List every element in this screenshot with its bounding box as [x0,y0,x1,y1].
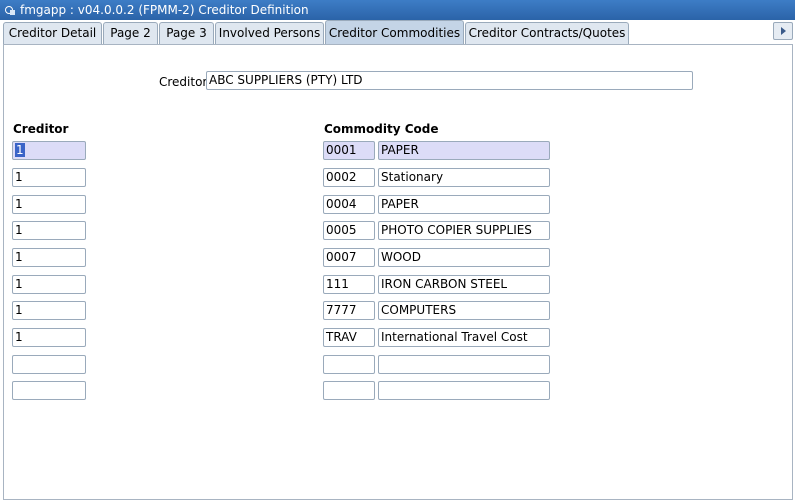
commodity-description-field[interactable]: PHOTO COPIER SUPPLIES [378,221,550,240]
arrow-right-icon[interactable] [773,22,793,40]
tab-involved-persons[interactable]: Involved Persons [215,22,324,44]
commodity-code-field[interactable]: 111 [323,275,375,294]
app-icon [4,4,16,16]
commodity-description-field[interactable]: WOOD [378,248,550,267]
creditor-field-value: 1 [15,143,25,157]
commodity-description-field[interactable] [378,355,550,374]
creditor-field[interactable]: 1 [12,328,86,347]
commodity-description-field[interactable]: Stationary [378,168,550,187]
creditor-field[interactable]: 1 [12,275,86,294]
tab-creditor-contracts-quotes[interactable]: Creditor Contracts/Quotes [465,22,629,44]
tab-creditor-detail[interactable]: Creditor Detail [3,22,102,44]
commodity-code-field[interactable]: 0005 [323,221,375,240]
creditor-field[interactable]: 1 [12,301,86,320]
commodity-description-field[interactable]: PAPER [378,195,550,214]
commodity-code-field[interactable]: 7777 [323,301,375,320]
creditor-field[interactable]: 1 [12,221,86,240]
creditor-label: Creditor [159,75,208,89]
commodity-code-field[interactable]: TRAV [323,328,375,347]
commodity-code-field[interactable]: 0004 [323,195,375,214]
main-panel: Creditor ABC SUPPLIERS (PTY) LTD Credito… [3,44,793,500]
commodity-code-field[interactable]: 0007 [323,248,375,267]
window-title: fmgapp : v04.0.0.2 (FPMM-2) Creditor Def… [20,3,309,17]
commodity-code-field[interactable]: 0001 [323,141,375,160]
creditor-field[interactable] [12,381,86,400]
commodity-code-field[interactable] [323,355,375,374]
column-header-commodity-code: Commodity Code [324,122,439,136]
tab-page-2[interactable]: Page 2 [103,22,158,44]
creditor-field[interactable] [12,355,86,374]
tab-page-3[interactable]: Page 3 [159,22,214,44]
commodity-code-field[interactable]: 0002 [323,168,375,187]
creditor-field[interactable]: 1 [12,168,86,187]
commodity-description-field[interactable]: International Travel Cost [378,328,550,347]
creditor-field[interactable]: 1 [12,141,86,160]
tab-creditor-commodities[interactable]: Creditor Commodities [325,20,464,44]
commodity-description-field[interactable]: IRON CARBON STEEL [378,275,550,294]
commodity-description-field[interactable] [378,381,550,400]
tab-strip: Creditor Detail Page 2 Page 3 Involved P… [0,20,795,44]
commodity-code-field[interactable] [323,381,375,400]
creditor-field[interactable]: 1 [12,195,86,214]
title-bar: fmgapp : v04.0.0.2 (FPMM-2) Creditor Def… [0,0,795,20]
commodity-description-field[interactable]: COMPUTERS [378,301,550,320]
column-header-creditor: Creditor [13,122,69,136]
creditor-field[interactable]: 1 [12,248,86,267]
creditor-name-field[interactable]: ABC SUPPLIERS (PTY) LTD [206,71,693,90]
commodity-description-field[interactable]: PAPER [378,141,550,160]
